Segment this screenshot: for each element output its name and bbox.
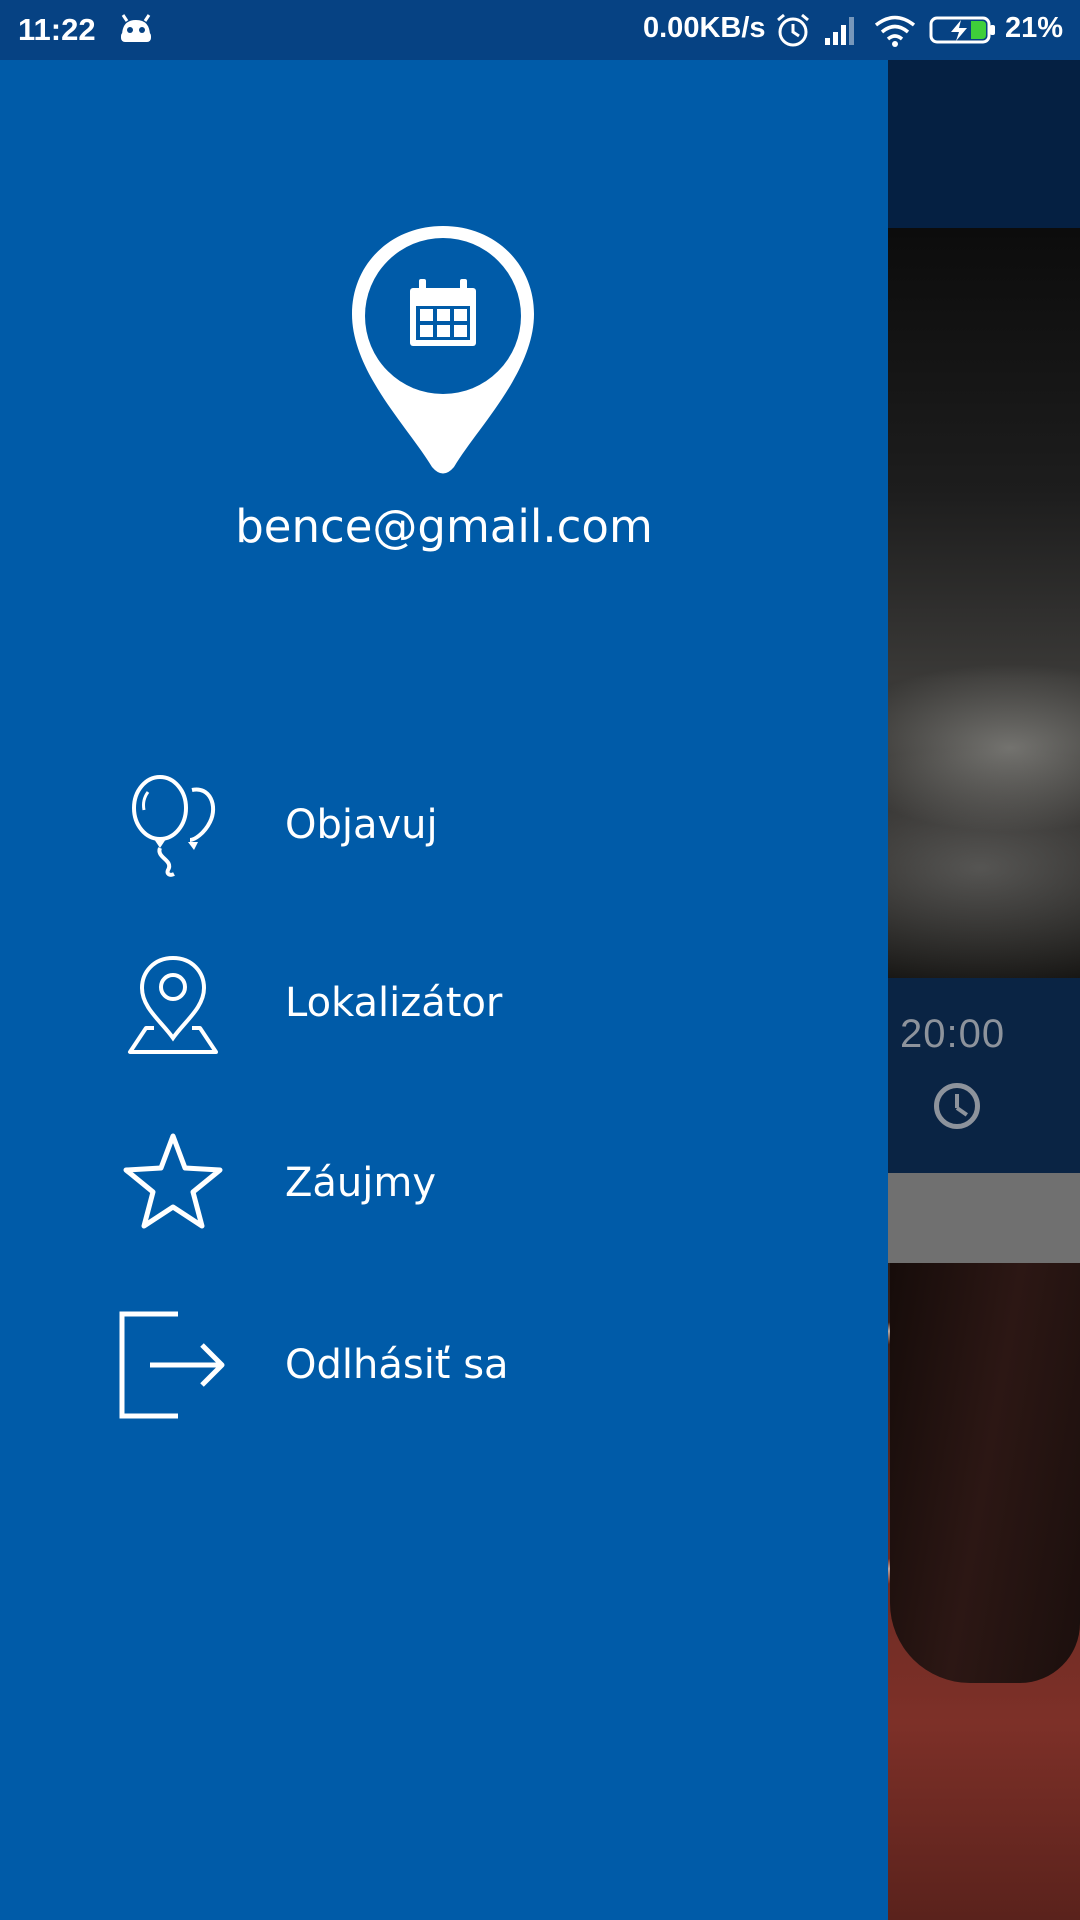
menu-label-objavuj: Objavuj [285,802,438,848]
balloons-icon [132,775,216,877]
star-icon [123,1133,223,1229]
alarm-icon [777,13,809,47]
calendar-location-pin-icon [352,226,534,474]
runner-silhouette [890,1263,1080,1683]
user-email: bence@gmail.com [235,500,653,553]
menu-item-objavuj[interactable]: Objavuj [0,770,888,920]
map-pin-icon [128,955,218,1054]
status-bar: 11:22 0.00KB/s 21% [0,0,1080,60]
logout-icon [119,1311,225,1419]
battery-percent: 21% [1005,12,1064,44]
menu-item-lokalizator[interactable]: Lokalizátor [0,950,888,1100]
wifi-icon [874,15,916,47]
signal-icon [825,17,854,45]
network-speed: 0.00KB/s [643,12,766,44]
status-time: 11:22 [18,12,96,47]
android-bot-icon [121,14,151,42]
menu-item-odhlasit-sa[interactable]: Odlhásiť sa [0,1310,888,1460]
menu-label-lokalizator: Lokalizátor [285,980,503,1026]
battery-charging-icon [929,16,995,44]
menu-label-odhlasit-sa: Odlhásiť sa [285,1342,509,1388]
menu-item-zaujmy[interactable]: Záujmy [0,1130,888,1280]
menu-label-zaujmy: Záujmy [285,1160,437,1206]
event-time: 20:00 [900,1012,1006,1056]
navigation-drawer: bence@gmail.com Objavuj Lokalizátor Záuj… [0,60,888,1920]
clock-icon [934,1083,980,1129]
